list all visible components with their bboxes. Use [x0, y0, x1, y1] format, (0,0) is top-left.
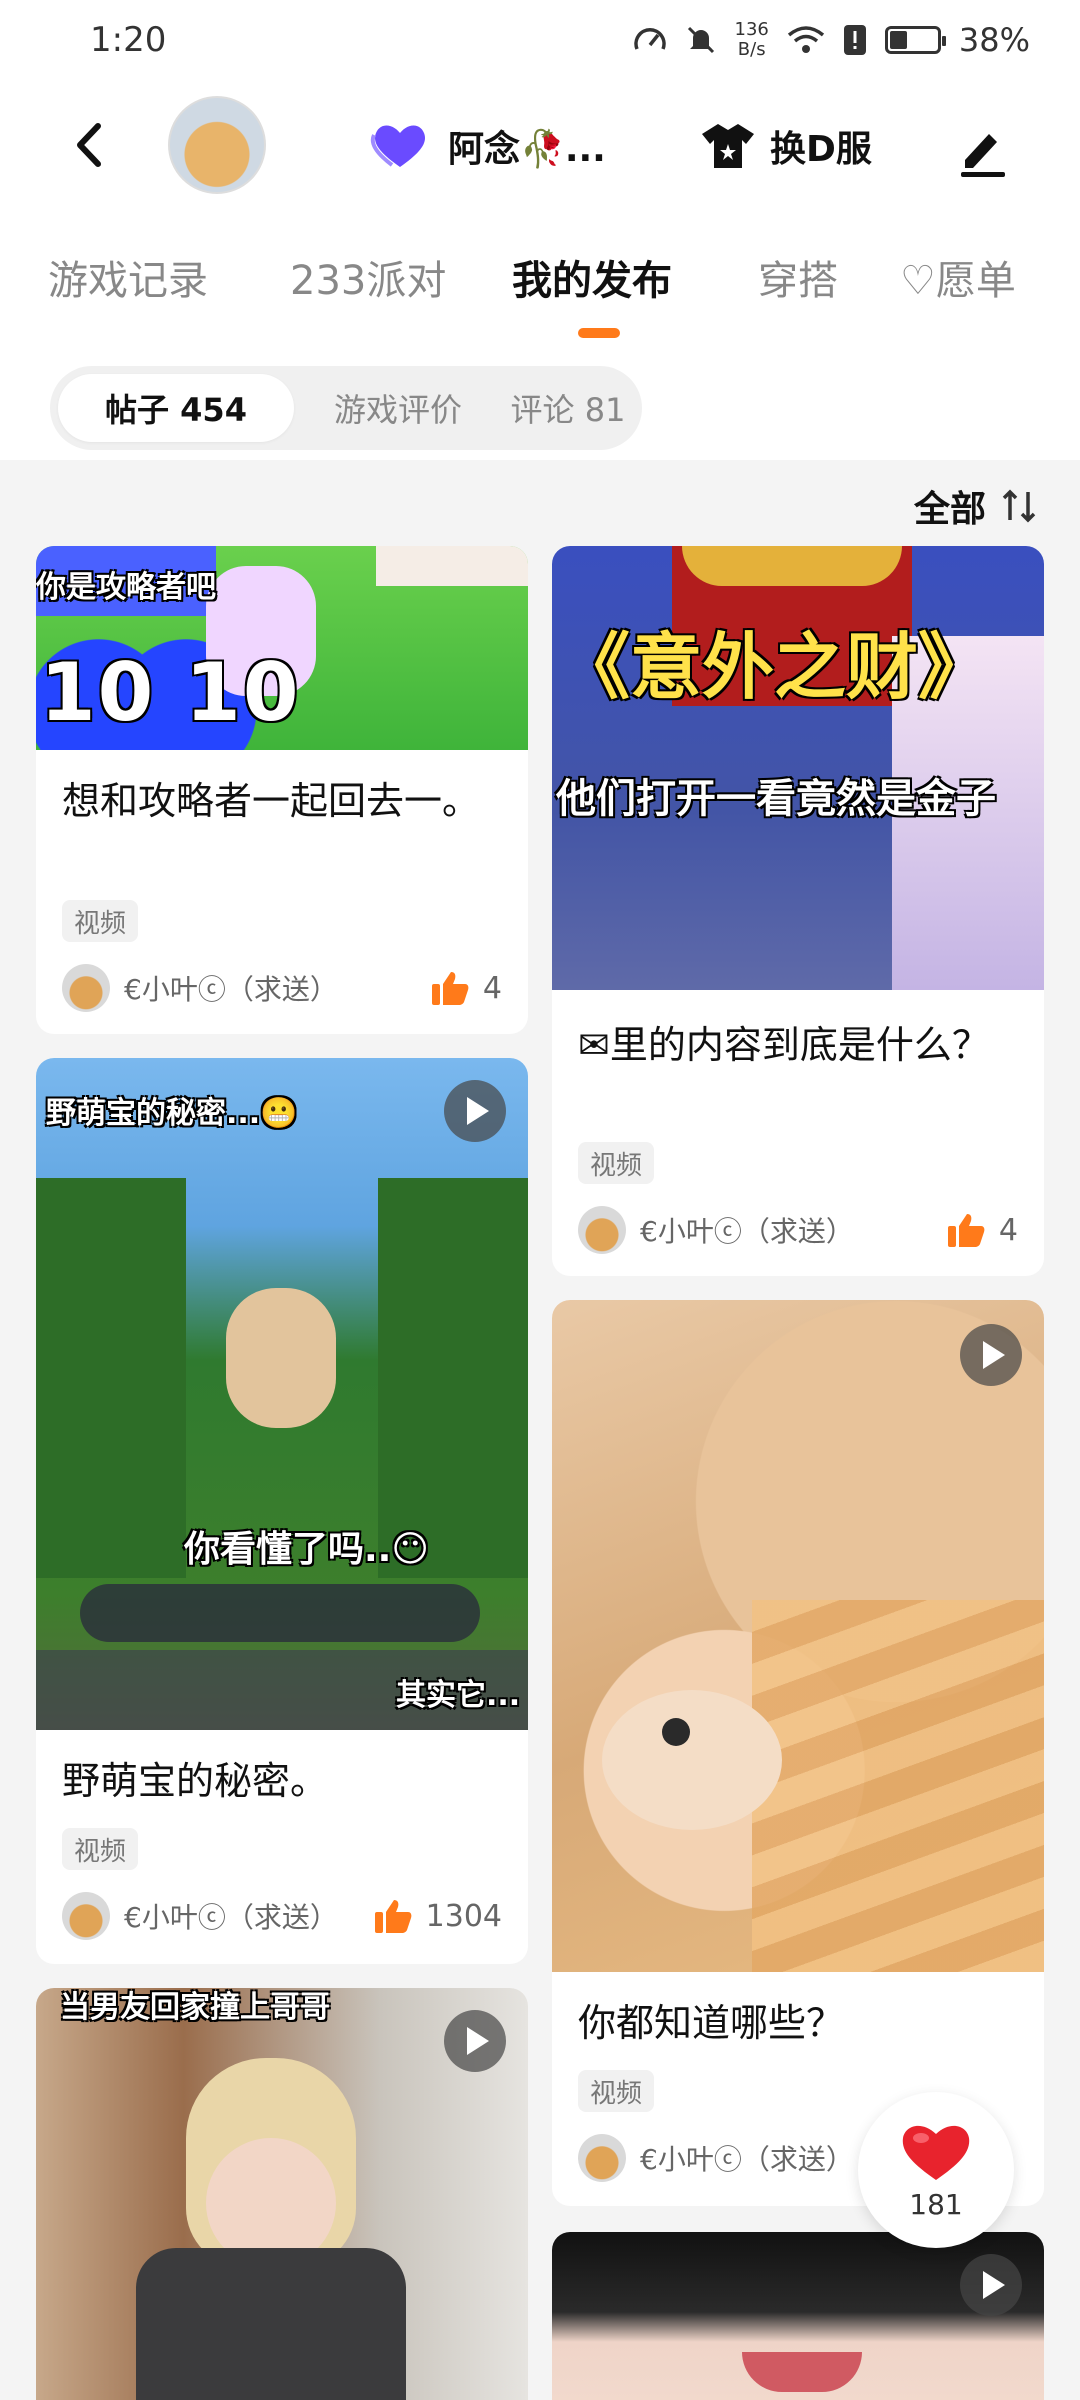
- post-tag: 视频: [62, 1828, 139, 1870]
- user-name: 阿念🥀...: [448, 129, 606, 170]
- tab-my-posts[interactable]: 我的发布: [512, 248, 672, 306]
- sort-button[interactable]: 全部: [914, 480, 1040, 532]
- author-avatar: [578, 1206, 626, 1254]
- post-thumbnail: 《意外之财》 他们打开一看竟然是金子: [552, 546, 1044, 990]
- status-icons: 136 B/s 38%: [633, 20, 1030, 60]
- back-button[interactable]: [60, 115, 120, 175]
- like-button[interactable]: 1304: [374, 1898, 502, 1934]
- overlay-caption: 当男友回家撞上哥哥: [60, 1990, 330, 2025]
- post-thumbnail: 野萌宝的秘密...😬 你看懂了吗..😶 其实它...: [36, 1058, 528, 1730]
- tab-outfits[interactable]: 穿搭: [758, 248, 838, 306]
- post-title: ✉里的内容到底是什么？: [578, 1023, 990, 1067]
- post-card[interactable]: 当男友回家撞上哥哥: [36, 1988, 528, 2400]
- post-author[interactable]: €小叶ⓒ（求送）: [62, 964, 338, 1012]
- play-icon[interactable]: [444, 2010, 506, 2072]
- battery-icon: [884, 26, 946, 54]
- profile-tabs: 游戏记录 233派对 我的发布 穿搭 ♡愿单: [0, 210, 1080, 340]
- post-tag: 视频: [578, 1142, 655, 1184]
- speedometer-icon: [633, 28, 666, 50]
- profile-header: 阿念🥀... 换D服: [0, 80, 1080, 210]
- post-author[interactable]: €小叶ⓒ（求送）: [62, 1892, 338, 1940]
- post-card[interactable]: 野萌宝的秘密...😬 你看懂了吗..😶 其实它... 野萌宝的秘密。 视频 €小…: [36, 1058, 528, 1964]
- subtab-comments[interactable]: 评论 81: [502, 374, 634, 442]
- status-bar: 1:20 136 B/s 38%: [0, 0, 1080, 80]
- post-author[interactable]: €小叶ⓒ（求送）: [578, 1206, 854, 1254]
- post-card[interactable]: 你都知道哪些？ 视频 €小叶ⓒ（求送）: [552, 1300, 1044, 2206]
- outfit-label: 换D服: [770, 129, 872, 170]
- author-avatar: [578, 2134, 626, 2182]
- sort-icon: [1002, 489, 1036, 523]
- play-icon[interactable]: [960, 2254, 1022, 2316]
- tab-wishlist[interactable]: ♡愿单: [900, 248, 1016, 306]
- status-time: 1:20: [90, 20, 167, 60]
- overlay-caption: 你看懂了吗..😶: [184, 1529, 429, 1570]
- change-outfit-button[interactable]: 换D服: [700, 120, 872, 172]
- author-avatar: [62, 1892, 110, 1940]
- network-speed: 136 B/s: [734, 19, 769, 60]
- sort-label: 全部: [913, 489, 986, 530]
- like-button[interactable]: 4: [431, 970, 502, 1006]
- chevron-left-icon: [77, 123, 101, 167]
- subtab-game-reviews[interactable]: 游戏评价: [298, 374, 498, 442]
- edit-icon[interactable]: [955, 122, 1011, 178]
- post-card[interactable]: 《意外之财》 他们打开一看竟然是金子 ✉里的内容到底是什么？ 视频 €小叶ⓒ（求…: [552, 546, 1044, 1276]
- post-filter-pills: 帖子 454 游戏评价 评论 81: [50, 366, 642, 450]
- subtab-posts[interactable]: 帖子 454: [58, 374, 294, 442]
- post-author[interactable]: €小叶ⓒ（求送）: [578, 2134, 854, 2182]
- wifi-icon: [787, 26, 824, 53]
- post-thumbnail: [552, 1300, 1044, 1972]
- user-badge[interactable]: 阿念🥀...: [370, 120, 606, 172]
- thumbs-up-icon: [947, 1214, 985, 1247]
- floating-like-button[interactable]: 181: [858, 2092, 1014, 2248]
- tab-game-records[interactable]: 游戏记录: [48, 248, 208, 306]
- play-icon[interactable]: [960, 1324, 1022, 1386]
- battery-percent: 38%: [958, 21, 1030, 59]
- play-icon[interactable]: [444, 1080, 506, 1142]
- shirt-icon: [702, 124, 754, 168]
- mute-bell-icon: [687, 26, 714, 54]
- post-card[interactable]: 你是攻略者吧 10 10 想和攻略者一起回去一。 视频 €小叶ⓒ（求送） 4: [36, 546, 528, 1034]
- overlay-caption: 其实它...: [396, 1678, 521, 1713]
- heart-icon: [902, 2125, 970, 2180]
- overlay-caption: 他们打开一看竟然是金子: [556, 776, 996, 822]
- floating-like-count: 181: [909, 2187, 963, 2221]
- post-tag: 视频: [578, 2070, 655, 2112]
- thumbs-up-icon: [431, 972, 469, 1005]
- post-card[interactable]: [552, 2232, 1044, 2400]
- active-tab-indicator: [578, 328, 620, 338]
- sort-row: 全部: [0, 460, 1080, 546]
- overlay-caption: 野萌宝的秘密...😬: [46, 1096, 298, 1131]
- post-thumbnail: [552, 2232, 1044, 2400]
- post-title: 野萌宝的秘密。: [62, 1759, 329, 1803]
- post-thumbnail: 当男友回家撞上哥哥: [36, 1988, 528, 2400]
- post-title: 想和攻略者一起回去一。: [62, 779, 481, 823]
- post-title: 你都知道哪些？: [578, 2001, 845, 2045]
- post-filter-bar: 帖子 454 游戏评价 评论 81: [0, 340, 1080, 460]
- post-thumbnail: 你是攻略者吧 10 10: [36, 546, 528, 750]
- overlay-caption: 你是攻略者吧: [36, 570, 216, 605]
- tab-233-party[interactable]: 233派对: [290, 248, 446, 306]
- purple-heart-icon: [370, 125, 425, 167]
- avatar[interactable]: [168, 96, 266, 194]
- overlay-numbers: 10 10: [40, 646, 301, 739]
- overlay-title: 《意外之财》: [558, 625, 991, 709]
- sim-alert-icon: [843, 25, 866, 55]
- thumbs-up-icon: [374, 1900, 412, 1933]
- like-button[interactable]: 4: [947, 1212, 1018, 1248]
- post-tag: 视频: [62, 900, 139, 942]
- author-avatar: [62, 964, 110, 1012]
